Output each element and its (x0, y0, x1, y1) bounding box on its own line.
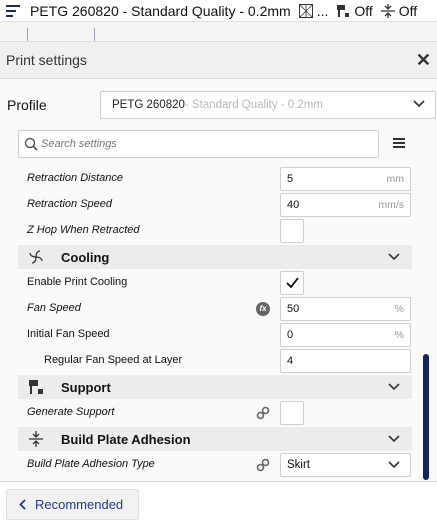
printer-icon (6, 4, 20, 17)
adhesion-icon (380, 3, 395, 18)
retraction-distance-input[interactable]: 5 mm (280, 167, 411, 191)
field-unit: % (394, 329, 404, 341)
category-title: Support (61, 380, 111, 395)
profile-select[interactable]: PETG 260820 - Standard Quality - 0.2mm (100, 91, 436, 119)
field-unit: % (394, 303, 404, 315)
setting-enable-print-cooling: Enable Print Cooling (18, 270, 412, 296)
setting-label: Z Hop When Retracted (27, 224, 140, 236)
setting-label: Initial Fan Speed (27, 328, 110, 340)
viewport-strip (0, 22, 437, 41)
setting-label: Build Plate Adhesion Type (27, 458, 155, 470)
panel-title: Print settings (6, 52, 87, 68)
support-summary[interactable]: ... (298, 2, 329, 19)
support-structure-icon (29, 380, 43, 394)
footer-divider (0, 481, 437, 482)
close-icon[interactable]: ✕ (416, 51, 431, 69)
setting-label: Enable Print Cooling (27, 276, 128, 288)
setting-initial-fan-speed: Initial Fan Speed 0 % (18, 322, 412, 348)
chevron-left-icon (19, 499, 26, 510)
print-setup-header[interactable]: PETG 260820 - Standard Quality - 0.2mm .… (0, 0, 437, 22)
print-settings-panel: Print settings ✕ Profile PETG 260820 - S… (0, 41, 437, 481)
setting-label: Retraction Speed (27, 198, 112, 210)
search-icon (24, 137, 38, 151)
function-icon[interactable]: fx (256, 302, 270, 316)
category-cooling[interactable]: Cooling (18, 245, 412, 269)
setting-fan-speed: Fan Speed fx 50 % (18, 296, 412, 322)
search-input[interactable] (41, 138, 341, 150)
profile-quality: - Standard Quality - 0.2mm (184, 99, 323, 111)
setting-generate-support: Generate Support (18, 400, 412, 426)
recommended-label: Recommended (35, 497, 124, 512)
regular-fan-speed-layer-input[interactable]: 4 (280, 349, 411, 373)
profile-label: Profile (7, 97, 47, 113)
field-value: 5 (287, 173, 294, 185)
category-title: Build Plate Adhesion (61, 432, 191, 447)
retraction-speed-input[interactable]: 40 mm/s (280, 193, 411, 217)
enable-print-cooling-checkbox[interactable] (280, 271, 304, 295)
chevron-down-icon (388, 435, 400, 443)
setting-label: Fan Speed (27, 302, 81, 314)
category-support[interactable]: Support (18, 375, 412, 399)
settings-scrollbar[interactable] (423, 354, 429, 480)
setting-z-hop: Z Hop When Retracted (18, 218, 412, 244)
field-value: 40 (287, 199, 300, 211)
setting-retraction-distance: Retraction Distance 5 mm (18, 166, 412, 192)
category-build-plate-adhesion[interactable]: Build Plate Adhesion (18, 427, 412, 451)
field-value: 4 (287, 355, 294, 367)
setting-build-plate-adhesion-type: Build Plate Adhesion Type Skirt (18, 452, 412, 478)
link-icon[interactable] (256, 406, 270, 420)
setting-label: Generate Support (27, 406, 115, 418)
z-hop-checkbox[interactable] (280, 219, 304, 243)
support-summary-ellipsis: ... (316, 2, 329, 19)
setting-retraction-speed: Retraction Speed 40 mm/s (18, 192, 412, 218)
setting-label: Regular Fan Speed at Layer (44, 354, 183, 366)
chevron-down-icon (388, 461, 400, 469)
setting-regular-fan-speed-layer: Regular Fan Speed at Layer 4 (18, 348, 412, 374)
support-icon (298, 3, 313, 18)
field-value: 0 (287, 329, 294, 341)
link-icon[interactable] (256, 458, 270, 472)
select-value: Skirt (287, 459, 310, 471)
support-summary-value: Off (354, 2, 373, 19)
field-unit: mm (386, 173, 405, 185)
support-toggle-summary[interactable]: Off (336, 2, 373, 19)
checkmark-icon (286, 277, 299, 289)
generate-support-checkbox[interactable] (280, 401, 304, 425)
profile-material: PETG 260820 (112, 99, 185, 111)
recommended-button[interactable]: Recommended (6, 489, 139, 520)
setting-label: Retraction Distance (27, 172, 123, 184)
field-unit: mm/s (378, 199, 404, 211)
category-title: Cooling (61, 250, 110, 265)
strip-tick (27, 28, 28, 41)
chevron-down-icon (413, 100, 425, 108)
menu-icon[interactable] (393, 138, 405, 148)
adhesion-icon (29, 431, 43, 447)
fan-speed-input[interactable]: 50 % (280, 297, 411, 321)
chevron-down-icon (388, 383, 400, 391)
fan-icon (29, 250, 43, 264)
profile-summary: PETG 260820 - Standard Quality - 0.2mm (30, 2, 291, 19)
panel-header: Print settings ✕ (0, 42, 437, 79)
adhesion-type-select[interactable]: Skirt (280, 453, 411, 477)
support-structure-icon (337, 4, 350, 17)
search-field[interactable] (18, 130, 379, 158)
initial-fan-speed-input[interactable]: 0 % (280, 323, 411, 347)
strip-tick (94, 28, 95, 41)
field-value: 50 (287, 303, 300, 315)
adhesion-summary[interactable]: Off (380, 2, 418, 19)
chevron-down-icon (388, 253, 400, 261)
adhesion-summary-value: Off (398, 2, 418, 19)
